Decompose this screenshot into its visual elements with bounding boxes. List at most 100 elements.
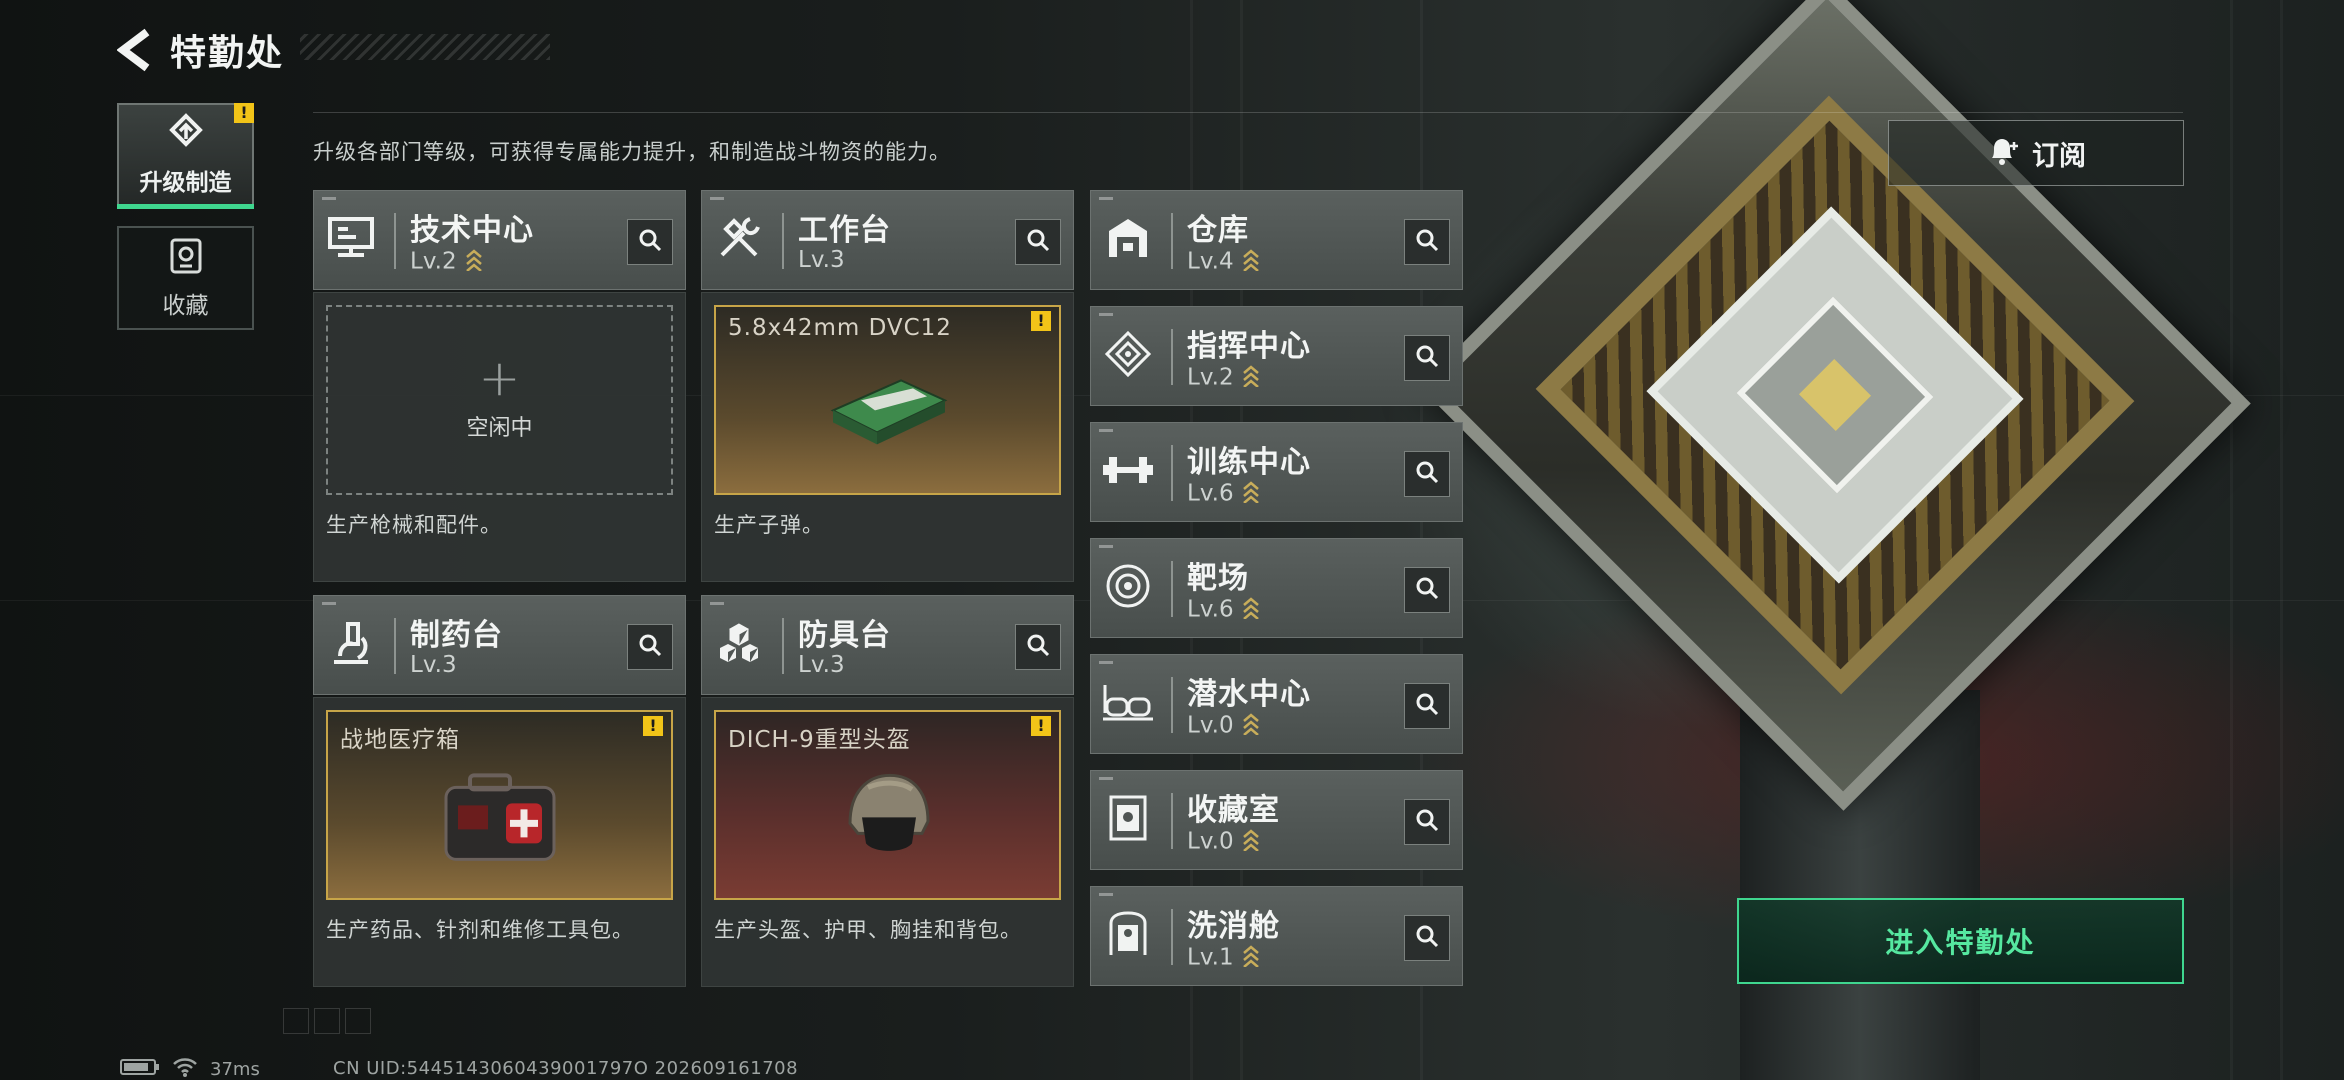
building-name: 技术中心 <box>410 213 534 248</box>
battery-icon <box>120 1058 160 1080</box>
building-card-decon-chamber[interactable]: 洗消舱 Lv.1 <box>1090 886 1463 986</box>
inspect-button[interactable] <box>1404 683 1450 729</box>
production-caption: 生产药品、针剂和维修工具包。 <box>326 918 634 942</box>
building-level: Lv.4 <box>1187 247 1260 277</box>
building-level: Lv.3 <box>798 652 845 678</box>
tab-collection[interactable]: 收藏 <box>117 226 254 330</box>
building-level: Lv.6 <box>1187 595 1260 625</box>
warehouse-icon <box>1101 211 1155 265</box>
building-name: 收藏室 <box>1187 793 1280 828</box>
divider <box>313 112 2183 113</box>
page-title: 特勤处 <box>170 33 285 74</box>
production-panel-workbench: 5.8x42mm DVC12 ! 生产子弹。 <box>701 292 1074 582</box>
building-card-command-center[interactable]: 指挥中心 Lv.2 <box>1090 306 1463 406</box>
decoration <box>345 1008 371 1034</box>
enter-facility-button[interactable]: 进入特勤处 <box>1737 898 2184 984</box>
upgrade-chevron-icon <box>1242 479 1260 509</box>
production-slot[interactable]: 战地医疗箱 ! <box>326 710 673 900</box>
production-slot[interactable]: 5.8x42mm DVC12 ! <box>714 305 1061 495</box>
building-name: 防具台 <box>798 618 891 653</box>
production-panel-armor: DICH-9重型头盔 ! 生产头盔、护甲、胸挂和背包。 <box>701 697 1074 987</box>
inspect-button[interactable] <box>1404 915 1450 961</box>
building-level: Lv.3 <box>410 652 457 678</box>
decoration <box>283 1008 309 1034</box>
building-card-tech-center[interactable]: 技术中心 Lv.2 <box>313 190 686 290</box>
dumbbell-icon <box>1101 443 1155 497</box>
inspect-button[interactable] <box>1015 624 1061 670</box>
building-card-shooting-range[interactable]: 靶场 Lv.6 <box>1090 538 1463 638</box>
building-name: 指挥中心 <box>1187 329 1311 364</box>
production-panel-tech: + 空闲中 生产枪械和配件。 <box>313 292 686 582</box>
bell-plus-icon <box>1986 136 2020 170</box>
decon-chamber-icon <box>1101 907 1155 961</box>
tab-label: 升级制造 <box>139 170 232 196</box>
search-icon <box>1026 633 1050 661</box>
search-icon <box>638 633 662 661</box>
inspect-button[interactable] <box>627 624 673 670</box>
building-card-pharmacy[interactable]: 制药台 Lv.3 <box>313 595 686 695</box>
building-card-collection-room[interactable]: 收藏室 Lv.0 <box>1090 770 1463 870</box>
building-name: 靶场 <box>1187 561 1249 596</box>
building-card-diving-center[interactable]: 潜水中心 Lv.0 <box>1090 654 1463 754</box>
building-name: 仓库 <box>1187 213 1249 248</box>
inspect-button[interactable] <box>1404 451 1450 497</box>
building-name: 潜水中心 <box>1187 677 1311 712</box>
alert-badge: ! <box>234 103 254 123</box>
building-card-armor-bench[interactable]: 防具台 Lv.3 <box>701 595 1074 695</box>
top-bar: 特勤处 <box>112 20 284 80</box>
inspect-button[interactable] <box>1404 219 1450 265</box>
alert-badge: ! <box>1031 716 1051 736</box>
item-name: DICH-9重型头盔 <box>728 727 911 753</box>
inspect-button[interactable] <box>1404 799 1450 845</box>
building-level: Lv.2 <box>410 247 483 277</box>
section-description: 升级各部门等级，可获得专属能力提升，和制造战斗物资的能力。 <box>313 140 951 164</box>
search-icon <box>1415 460 1439 488</box>
diving-mask-icon <box>1101 675 1155 729</box>
upgrade-chevron-icon <box>1242 595 1260 625</box>
production-panel-pharmacy: 战地医疗箱 ! 生产药品、针剂和维修工具包。 <box>313 697 686 987</box>
user-uid: CN UID:5445143060439001797O 202609161708 <box>333 1058 799 1079</box>
building-level: Lv.1 <box>1187 943 1260 973</box>
production-caption: 生产头盔、护甲、胸挂和背包。 <box>714 918 1022 942</box>
production-slot-empty[interactable]: + 空闲中 <box>326 305 673 495</box>
building-card-workbench[interactable]: 工作台 Lv.3 <box>701 190 1074 290</box>
helmet-icon <box>838 767 938 871</box>
upgrade-chevron-icon <box>1242 711 1260 741</box>
target-icon <box>1101 559 1155 613</box>
search-icon <box>1415 228 1439 256</box>
building-level: Lv.2 <box>1187 363 1260 393</box>
upgrade-chevron-icon <box>465 247 483 277</box>
ammo-box-icon <box>823 370 953 454</box>
inspect-button[interactable] <box>1404 567 1450 613</box>
status-bar: 37ms <box>120 1057 260 1080</box>
production-caption: 生产枪械和配件。 <box>326 513 502 537</box>
collection-room-icon <box>1101 791 1155 845</box>
microscope-icon <box>324 616 378 670</box>
production-slot[interactable]: DICH-9重型头盔 ! <box>714 710 1061 900</box>
search-icon <box>638 228 662 256</box>
building-card-warehouse[interactable]: 仓库 Lv.4 <box>1090 190 1463 290</box>
inspect-button[interactable] <box>627 219 673 265</box>
inspect-button[interactable] <box>1404 335 1450 381</box>
upgrade-chevron-icon <box>1242 363 1260 393</box>
inspect-button[interactable] <box>1015 219 1061 265</box>
back-arrow-icon[interactable] <box>112 25 162 75</box>
decoration <box>314 1008 340 1034</box>
wifi-icon <box>172 1057 198 1080</box>
building-level: Lv.3 <box>798 247 845 273</box>
subscribe-label: 订阅 <box>2032 140 2086 172</box>
building-name: 制药台 <box>410 618 503 653</box>
tools-icon <box>712 211 766 265</box>
tab-upgrade-manufacture[interactable]: 升级制造 ! <box>117 103 254 209</box>
title-decoration <box>300 34 550 60</box>
subscribe-button[interactable]: 订阅 <box>1888 120 2184 186</box>
slot-status: 空闲中 <box>466 416 533 441</box>
item-name: 战地医疗箱 <box>340 727 460 753</box>
search-icon <box>1026 228 1050 256</box>
search-icon <box>1415 924 1439 952</box>
search-icon <box>1415 344 1439 372</box>
building-level: Lv.0 <box>1187 711 1260 741</box>
upgrade-chevron-icon <box>1242 943 1260 973</box>
building-card-training-center[interactable]: 训练中心 Lv.6 <box>1090 422 1463 522</box>
building-name: 洗消舱 <box>1187 909 1280 944</box>
